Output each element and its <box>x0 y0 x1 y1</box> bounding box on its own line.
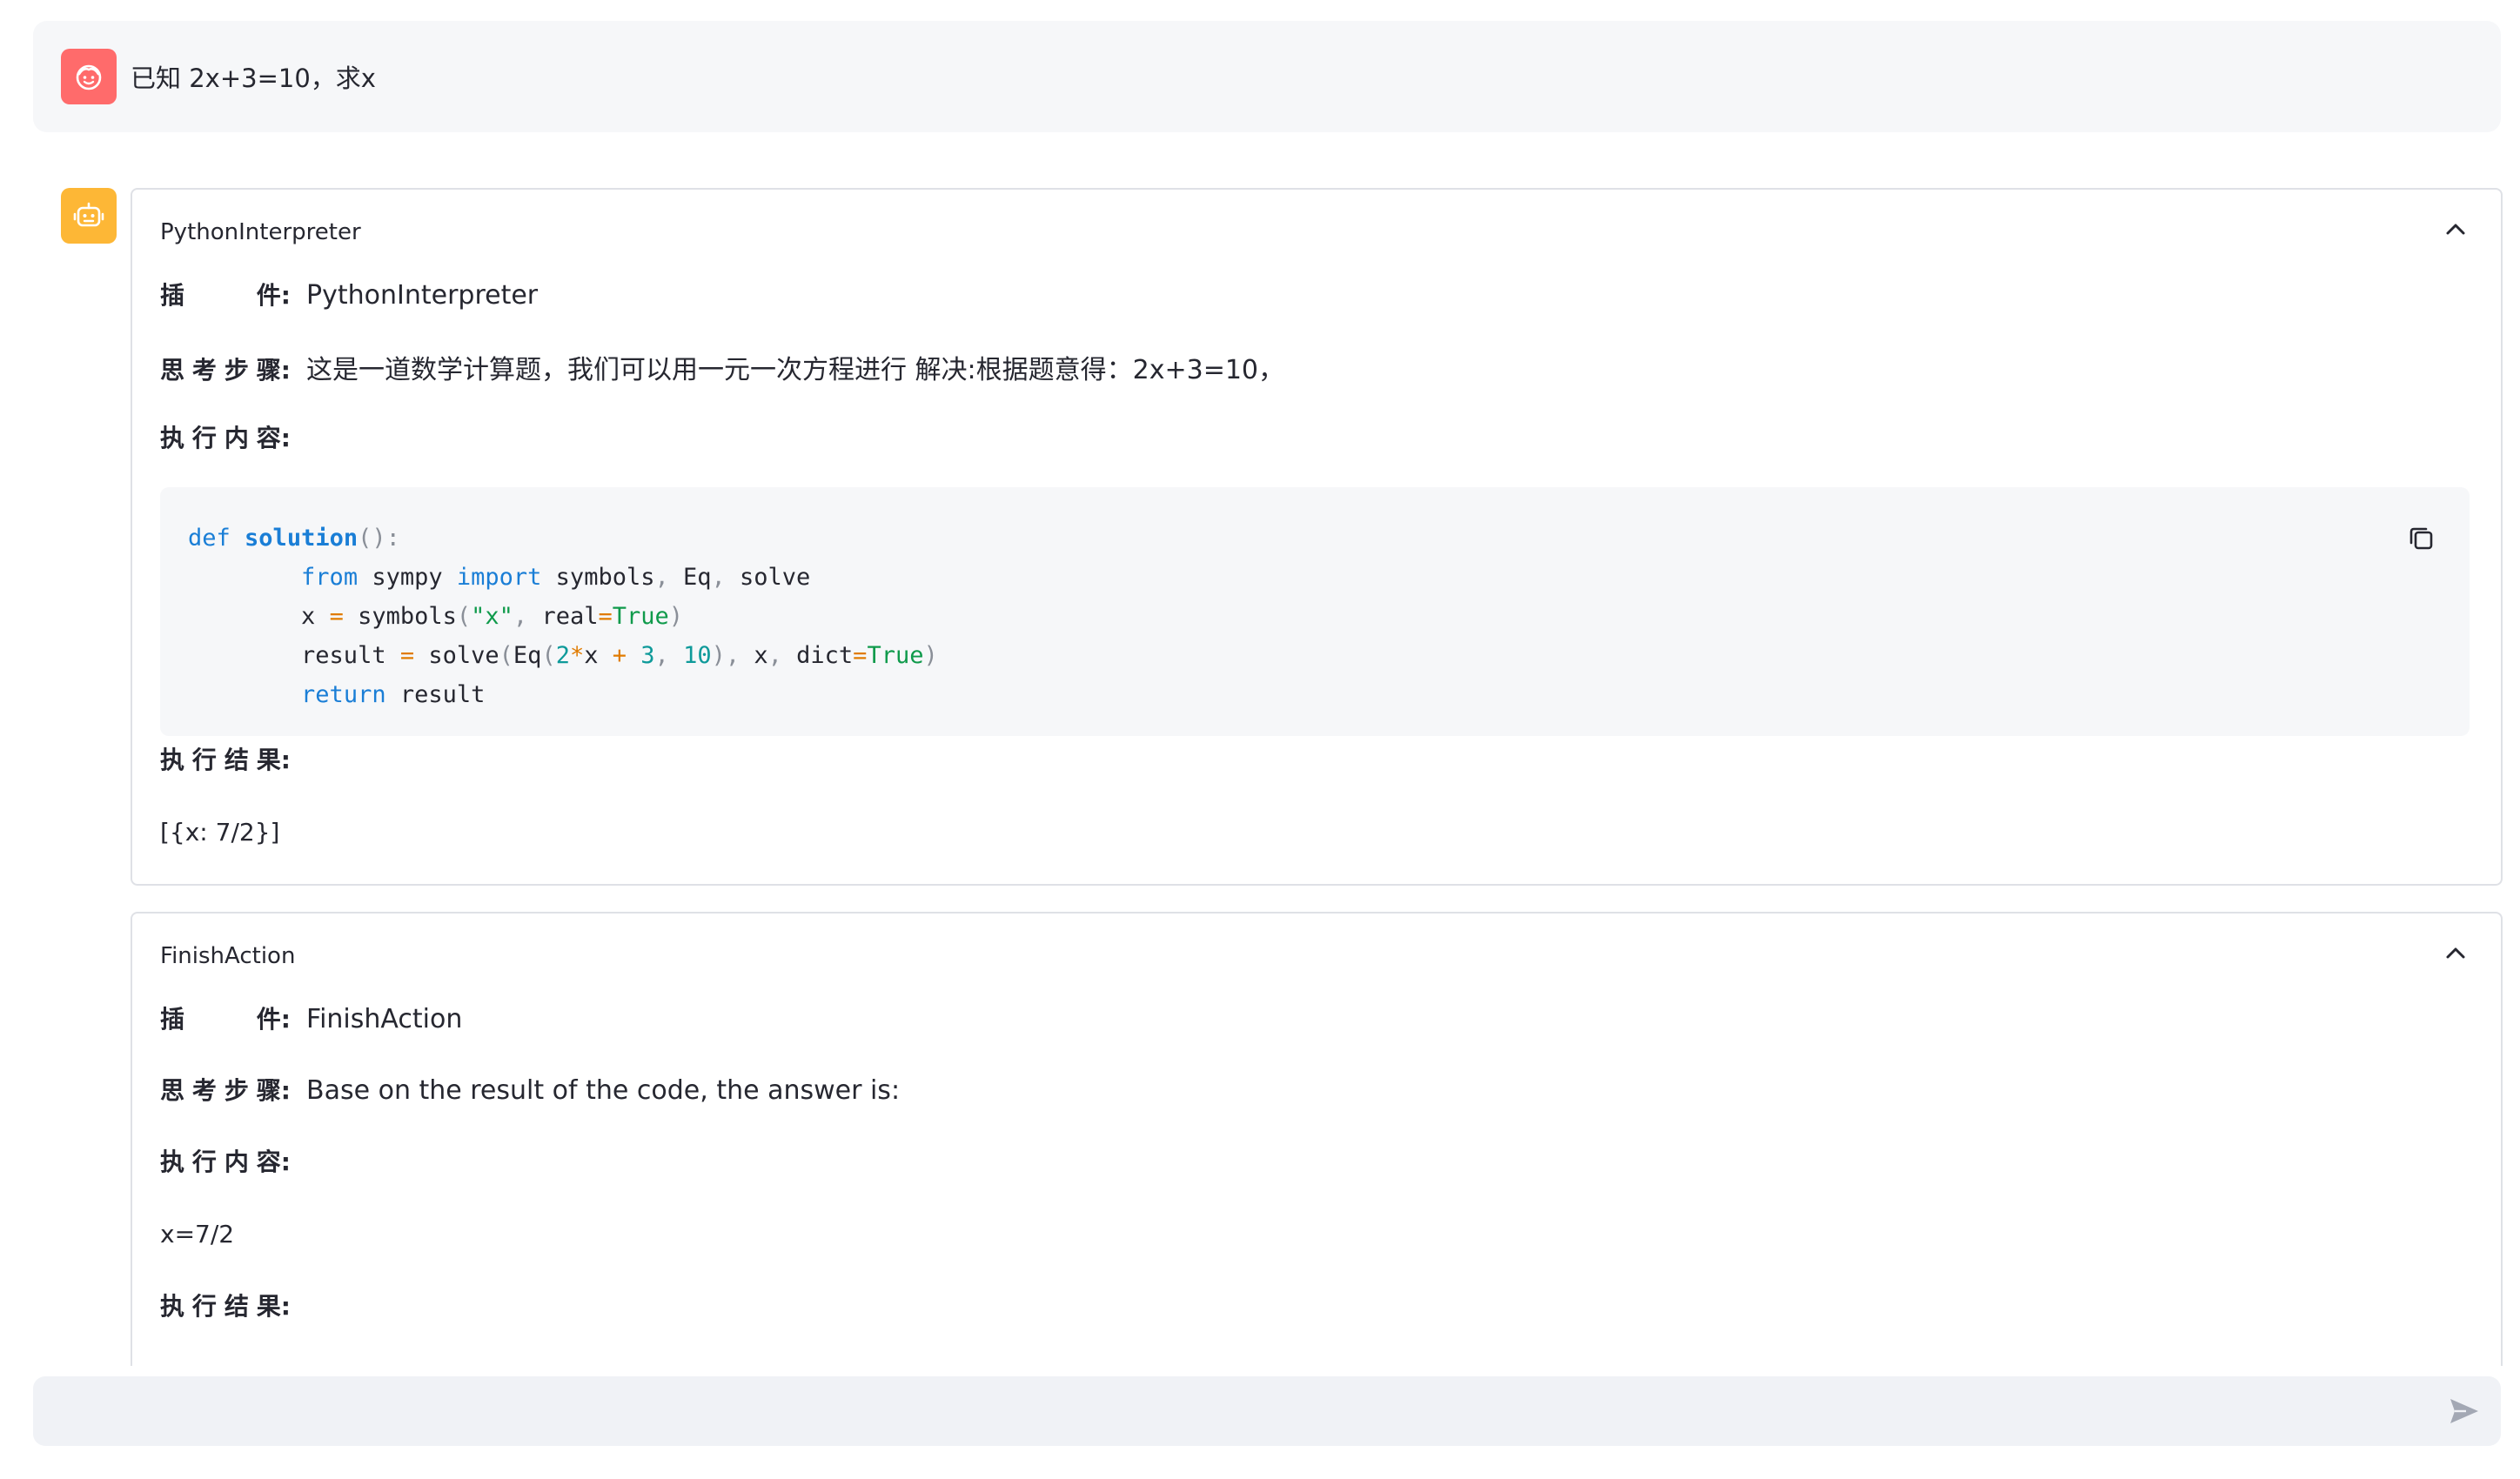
plugin-value: FinishAction <box>306 1004 463 1034</box>
code-content: def solution(): from sympy import symbol… <box>188 519 938 714</box>
action-row: 执行内容: <box>160 1143 291 1178</box>
code-line: result = solve(Eq(2*x + 3, 10), x, dict=… <box>188 642 938 669</box>
result-value: [{x: 7/2}] <box>160 818 280 847</box>
thought-row: 思考步骤: 这是一道数学计算题，我们可以用一元一次方程进行 解决:根据题意得：2… <box>160 348 1284 386</box>
result-row: 执行结果: <box>160 741 291 776</box>
plugin-label: 插件: <box>160 1005 291 1034</box>
thought-label: 思考步骤: <box>160 356 291 385</box>
action-value: x=7/2 <box>160 1220 235 1248</box>
thought-label: 思考步骤: <box>160 1076 291 1105</box>
expander-title[interactable]: FinishAction <box>160 943 295 969</box>
code-block: def solution(): from sympy import symbol… <box>160 487 2470 736</box>
plugin-value: PythonInterpreter <box>306 280 539 311</box>
result-label: 执行结果: <box>160 1292 291 1321</box>
copy-icon[interactable] <box>2407 524 2436 553</box>
user-message-text: 已知 2x+3=10，求x <box>131 64 376 93</box>
plugin-label: 插件: <box>160 281 291 310</box>
thought-value: Base on the result of the code, the answ… <box>306 1075 901 1106</box>
code-line: x = symbols("x", real=True) <box>188 603 684 630</box>
code-line: return result <box>301 681 486 708</box>
action-row: 执行内容: <box>160 419 291 454</box>
step-expander-finish-action: FinishAction 插件: FinishAction 思考步骤: Base… <box>131 912 2503 1366</box>
chevron-up-icon[interactable] <box>2443 945 2468 962</box>
user-message: 已知 2x+3=10，求x <box>33 21 2501 132</box>
chat-input[interactable] <box>54 1376 2407 1448</box>
plugin-row: 插件: PythonInterpreter <box>160 277 538 311</box>
step-expander-python-interpreter: PythonInterpreter 插件: PythonInterpreter … <box>131 188 2503 886</box>
code-line: def solution(): <box>188 525 400 552</box>
chat-input-bar <box>33 1376 2501 1448</box>
chat-page: 已知 2x+3=10，求x PythonInterpreter 插件: Pyth… <box>0 0 2520 1479</box>
robot-icon <box>61 188 117 244</box>
expander-title[interactable]: PythonInterpreter <box>160 219 361 245</box>
plugin-row: 插件: FinishAction <box>160 1000 462 1035</box>
send-icon[interactable] <box>2447 1394 2482 1429</box>
result-label: 执行结果: <box>160 746 291 774</box>
thought-value: 这是一道数学计算题，我们可以用一元一次方程进行 解决:根据题意得：2x+3=10… <box>306 355 1285 385</box>
action-label: 执行内容: <box>160 424 291 452</box>
action-label: 执行内容: <box>160 1148 291 1176</box>
chevron-up-icon[interactable] <box>2443 221 2468 238</box>
result-row: 执行结果: <box>160 1288 291 1322</box>
user-face-icon <box>61 49 117 104</box>
code-line: from sympy import symbols, Eq, solve <box>301 564 811 591</box>
thought-row: 思考步骤: Base on the result of the code, th… <box>160 1072 900 1107</box>
